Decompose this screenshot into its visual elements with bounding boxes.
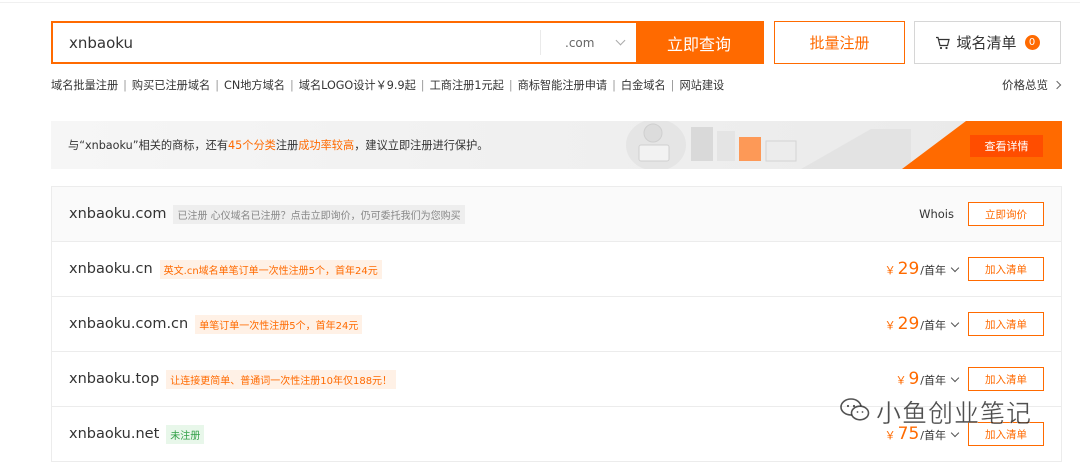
domain-result-row: xnbaoku.cn 英文.cn域名单笔订单一次性注册5个，首年24元 ￥ 29… bbox=[52, 242, 1061, 297]
price-period: /首年 bbox=[920, 374, 946, 387]
quick-link-platinum-domain[interactable]: 白金域名 bbox=[621, 77, 666, 93]
price-selector[interactable]: ￥ 9 /首年 bbox=[895, 369, 960, 389]
quick-link-bulk-register[interactable]: 域名批量注册 bbox=[51, 77, 118, 93]
chevron-down-icon bbox=[615, 35, 626, 46]
chevron-down-icon bbox=[950, 373, 960, 383]
domain-results-list: xnbaoku.com 已注册 心仪域名已注册？点击立即询价，仍可委托我们为您购… bbox=[51, 186, 1062, 462]
trademark-banner: 与“xnbaoku”相关的商标，还有45个分类注册成功率较高，建议立即注册进行保… bbox=[51, 121, 1062, 169]
domain-suffix-select[interactable]: .com bbox=[540, 30, 636, 55]
price-overview-link[interactable]: 价格总览 bbox=[1002, 77, 1062, 93]
price-overview-label: 价格总览 bbox=[1002, 78, 1048, 92]
row-actions: ￥ 9 /首年 加入清单 bbox=[895, 352, 1044, 406]
registered-status-tag: 已注册 心仪域名已注册？点击立即询价，仍可委托我们为您购买 bbox=[173, 204, 465, 224]
row-actions: ￥ 29 /首年 加入清单 bbox=[885, 242, 1044, 296]
domain-name: xnbaoku.cn bbox=[69, 261, 153, 277]
price-selector[interactable]: ￥ 75 /首年 bbox=[884, 424, 960, 444]
price-period: /首年 bbox=[920, 264, 946, 277]
add-to-cart-button[interactable]: 加入清单 bbox=[968, 312, 1044, 336]
inquire-now-button[interactable]: 立即询价 bbox=[968, 202, 1044, 226]
domain-search-bar: .com 立即查询 bbox=[51, 21, 764, 64]
add-to-cart-button[interactable]: 加入清单 bbox=[968, 257, 1044, 281]
promo-tag: 让连接更简单、普通词一次性注册10年仅188元！ bbox=[166, 369, 397, 389]
domain-name: xnbaoku.com.cn bbox=[69, 316, 189, 332]
domain-result-row: xnbaoku.com.cn 单笔订单一次性注册5个，首年24元 ￥ 29 /首… bbox=[52, 297, 1061, 352]
banner-text-pre: 与“xnbaoku”相关的商标，还有 bbox=[68, 139, 229, 152]
domain-name: xnbaoku.net bbox=[69, 426, 160, 442]
currency-symbol: ￥ bbox=[884, 264, 896, 277]
chevron-down-icon bbox=[950, 318, 960, 328]
chevron-down-icon bbox=[950, 428, 960, 438]
domain-result-row: xnbaoku.top 让连接更简单、普通词一次性注册10年仅188元！ ￥ 9… bbox=[52, 352, 1061, 407]
promo-tag: 英文.cn域名单笔订单一次性注册5个，首年24元 bbox=[159, 259, 382, 279]
banner-text-mid: 注册 bbox=[275, 139, 299, 152]
link-separator: | bbox=[670, 78, 675, 92]
banner-highlight-success-rate: 成功率较高 bbox=[298, 139, 355, 152]
add-to-cart-button[interactable]: 加入清单 bbox=[968, 367, 1044, 391]
price-selector[interactable]: ￥ 29 /首年 bbox=[884, 259, 960, 279]
promo-tag: 单笔订单一次性注册5个，首年24元 bbox=[195, 314, 363, 334]
banner-illustration bbox=[626, 121, 911, 169]
row-actions: ￥ 29 /首年 加入清单 bbox=[885, 297, 1044, 351]
chevron-right-icon bbox=[1052, 80, 1062, 90]
price-value: 75 bbox=[897, 424, 920, 444]
whois-link[interactable]: Whois bbox=[919, 207, 954, 221]
quick-link-trademark[interactable]: 商标智能注册申请 bbox=[518, 77, 608, 93]
domain-cart-button[interactable]: 域名清单 0 bbox=[914, 21, 1061, 64]
link-separator: | bbox=[508, 78, 513, 92]
quick-link-buy-registered[interactable]: 购买已注册域名 bbox=[132, 77, 210, 93]
currency-symbol: ￥ bbox=[895, 374, 907, 387]
currency-symbol: ￥ bbox=[884, 319, 896, 332]
quick-links-bar: 域名批量注册 | 购买已注册域名 | CN地方域名 | 域名LOGO设计￥9.9… bbox=[51, 77, 724, 93]
row-actions: Whois 立即询价 bbox=[919, 187, 1044, 241]
unregistered-status-tag: 未注册 bbox=[166, 424, 205, 444]
row-actions: ￥ 75 /首年 加入清单 bbox=[885, 407, 1044, 461]
link-separator: | bbox=[289, 78, 294, 92]
price-selector[interactable]: ￥ 29 /首年 bbox=[884, 314, 960, 334]
domain-result-row: xnbaoku.net 未注册 ￥ 75 /首年 加入清单 bbox=[52, 407, 1061, 462]
price-period: /首年 bbox=[920, 319, 946, 332]
cart-count-badge: 0 bbox=[1024, 35, 1040, 50]
banner-message: 与“xnbaoku”相关的商标，还有45个分类注册成功率较高，建议立即注册进行保… bbox=[68, 137, 488, 153]
banner-text-post: ，建议立即注册进行保护。 bbox=[354, 139, 489, 152]
price-value: 29 bbox=[897, 314, 920, 334]
price-value: 29 bbox=[897, 259, 920, 279]
domain-result-row: xnbaoku.com 已注册 心仪域名已注册？点击立即询价，仍可委托我们为您购… bbox=[52, 187, 1061, 242]
price-period: /首年 bbox=[920, 429, 946, 442]
domain-name: xnbaoku.top bbox=[69, 371, 160, 387]
banner-highlight-categories: 45个分类 bbox=[228, 139, 276, 152]
domain-cart-label: 域名清单 bbox=[956, 34, 1017, 52]
chevron-down-icon bbox=[950, 263, 960, 273]
search-query-button[interactable]: 立即查询 bbox=[636, 23, 762, 62]
domain-search-input[interactable] bbox=[53, 23, 540, 62]
link-separator: | bbox=[215, 78, 220, 92]
currency-symbol: ￥ bbox=[884, 429, 896, 442]
link-separator: | bbox=[612, 78, 616, 92]
quick-link-website-building[interactable]: 网站建设 bbox=[679, 77, 724, 93]
view-details-button[interactable]: 查看详情 bbox=[970, 135, 1043, 157]
cart-icon bbox=[935, 36, 951, 50]
price-value: 9 bbox=[908, 369, 920, 389]
quick-link-logo-design[interactable]: 域名LOGO设计￥9.9起 bbox=[299, 77, 416, 93]
bulk-register-button[interactable]: 批量注册 bbox=[774, 21, 905, 64]
quick-link-business-registration[interactable]: 工商注册1元起 bbox=[430, 77, 504, 93]
domain-name: xnbaoku.com bbox=[69, 206, 167, 222]
quick-link-cn-regional[interactable]: CN地方域名 bbox=[224, 77, 285, 93]
link-separator: | bbox=[123, 78, 127, 92]
top-divider bbox=[0, 2, 1080, 3]
link-separator: | bbox=[420, 78, 425, 92]
add-to-cart-button[interactable]: 加入清单 bbox=[968, 422, 1044, 446]
suffix-selected-value: .com bbox=[565, 35, 595, 50]
